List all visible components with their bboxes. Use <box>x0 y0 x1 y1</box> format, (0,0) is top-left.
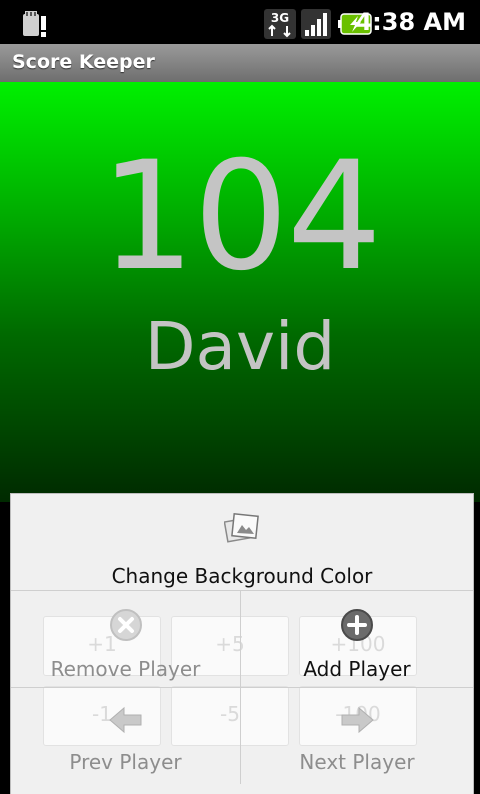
menu-item-remove-player[interactable]: Remove Player <box>11 591 241 687</box>
menu-item-next-player[interactable]: Next Player <box>241 688 473 784</box>
prev-player-label: Prev Player <box>69 750 182 774</box>
score-value: 104 <box>99 130 382 304</box>
menu-item-add-player[interactable]: Add Player <box>241 591 473 687</box>
remove-player-label: Remove Player <box>50 657 201 681</box>
add-player-label: Add Player <box>303 657 411 681</box>
app-title-bar: Score Keeper <box>0 44 480 83</box>
clock: 4:38 AM <box>355 8 466 36</box>
next-player-label: Next Player <box>299 750 415 774</box>
picture-icon <box>224 512 259 543</box>
add-icon <box>341 609 373 641</box>
options-menu: +1 +5 +100 -1 -5 -100 Change Background … <box>10 493 474 794</box>
sd-card-warning-icon <box>23 11 46 37</box>
menu-item-prev-player[interactable]: Prev Player <box>11 688 241 784</box>
score-display[interactable]: 104 David <box>0 82 480 502</box>
svg-text:3G: 3G <box>271 11 289 25</box>
menu-item-change-background[interactable]: Change Background Color <box>11 494 473 591</box>
status-bar: 3G 4:38 AM <box>0 0 480 44</box>
arrow-right-icon <box>341 706 374 734</box>
app-title: Score Keeper <box>12 51 155 73</box>
arrow-left-icon <box>108 706 141 734</box>
remove-icon <box>109 609 142 641</box>
network-3g-icon: 3G <box>264 9 296 39</box>
signal-strength-icon <box>301 9 331 39</box>
player-name: David <box>144 308 336 385</box>
change-background-label: Change Background Color <box>111 564 373 588</box>
